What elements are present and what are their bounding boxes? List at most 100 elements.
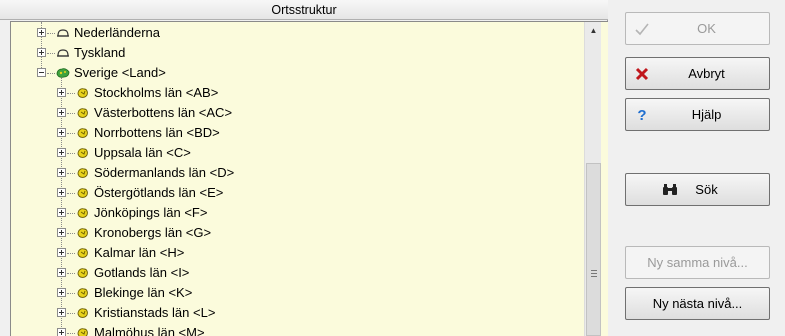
country-outline-icon [57, 49, 69, 57]
expand-toggle[interactable] [57, 88, 66, 97]
ok-button[interactable]: OK [625, 12, 770, 45]
country-outline-icon [57, 29, 69, 37]
county-icon [77, 168, 88, 178]
search-label: Sök [695, 182, 718, 197]
checkmark-icon [634, 21, 650, 37]
tree-node-label: Malmöhus län <M> [94, 325, 205, 336]
sweden-map-icon [56, 68, 70, 78]
expand-toggle[interactable] [57, 308, 66, 317]
tree-connector [47, 53, 55, 54]
binoculars-icon [662, 182, 678, 198]
tree-node-label: Blekinge län <K> [94, 285, 193, 300]
tree-node-county[interactable]: Uppsala län <C> [11, 143, 571, 163]
expand-toggle[interactable] [37, 28, 46, 37]
tree-node-county[interactable]: Södermanlands län <D> [11, 163, 571, 183]
county-icon [77, 128, 88, 138]
scroll-up-arrow-icon[interactable]: ▲ [585, 22, 602, 39]
tree-node-county[interactable]: Norrbottens län <BD> [11, 123, 571, 143]
county-icon [77, 228, 88, 238]
tree-connector [67, 153, 75, 154]
county-icon [77, 288, 88, 298]
tree-connector [67, 193, 75, 194]
county-icon [77, 108, 88, 118]
scrollbar-thumb[interactable] [586, 163, 601, 336]
tree-connector [47, 33, 55, 34]
county-icon [77, 88, 88, 98]
county-icon [77, 268, 88, 278]
new-next-level-label: Ny nästa nivå... [652, 296, 743, 311]
search-button[interactable]: Sök [625, 173, 770, 206]
tree-node-county[interactable]: Kronobergs län <G> [11, 223, 571, 243]
ortsstruktur-panel: Ortsstruktur Nederländerna Tyskland Sver… [0, 0, 608, 336]
red-x-icon [634, 66, 650, 82]
tree-connector [67, 93, 75, 94]
tree-connector [67, 253, 75, 254]
tree-node-county[interactable]: Jönköpings län <F> [11, 203, 571, 223]
tree-view[interactable]: Nederländerna Tyskland Sverige <Land> St… [10, 21, 608, 336]
panel-title: Ortsstruktur [0, 0, 608, 20]
tree-node-tyskland[interactable]: Tyskland [11, 43, 571, 63]
tree-node-label: Norrbottens län <BD> [94, 125, 220, 140]
tree-node-label: Västerbottens län <AC> [94, 105, 233, 120]
tree-node-sverige[interactable]: Sverige <Land> [11, 63, 571, 83]
tree-node-county[interactable]: Malmöhus län <M> [11, 323, 571, 336]
expand-toggle[interactable] [57, 208, 66, 217]
help-button[interactable]: ? Hjälp [625, 98, 770, 131]
tree-node-label: Kalmar län <H> [94, 245, 185, 260]
new-same-level-button[interactable]: Ny samma nivå... [625, 246, 770, 279]
tree-connector [67, 213, 75, 214]
tree-node-label: Kristianstads län <L> [94, 305, 216, 320]
expand-toggle[interactable] [57, 328, 66, 336]
tree-node-label: Tyskland [74, 45, 126, 60]
cancel-label: Avbryt [688, 66, 725, 81]
expand-toggle[interactable] [37, 48, 46, 57]
tree-scrollbar[interactable]: ▲ [584, 22, 601, 336]
tree-node-label: Södermanlands län <D> [94, 165, 235, 180]
county-icon [77, 148, 88, 158]
tree-connector [67, 233, 75, 234]
grip-icon [591, 270, 597, 277]
tree-connector [67, 333, 75, 334]
tree-connector [67, 293, 75, 294]
ok-label: OK [697, 21, 716, 36]
tree-connector [67, 113, 75, 114]
expand-toggle[interactable] [57, 268, 66, 277]
tree-node-label: Östergötlands län <E> [94, 185, 224, 200]
tree-node-label: Uppsala län <C> [94, 145, 191, 160]
tree-node-label: Stockholms län <AB> [94, 85, 219, 100]
collapse-toggle[interactable] [37, 68, 46, 77]
tree-node-county[interactable]: Blekinge län <K> [11, 283, 571, 303]
new-next-level-button[interactable]: Ny nästa nivå... [625, 287, 770, 320]
expand-toggle[interactable] [57, 288, 66, 297]
tree-node-label: Sverige <Land> [74, 65, 166, 80]
tree-node-label: Gotlands län <I> [94, 265, 190, 280]
expand-toggle[interactable] [57, 228, 66, 237]
tree-node-county[interactable]: Kalmar län <H> [11, 243, 571, 263]
question-mark-icon: ? [637, 106, 647, 124]
tree-connector [67, 313, 75, 314]
expand-toggle[interactable] [57, 148, 66, 157]
tree-node-county[interactable]: Kristianstads län <L> [11, 303, 571, 323]
expand-toggle[interactable] [57, 188, 66, 197]
tree-node-county[interactable]: Gotlands län <I> [11, 263, 571, 283]
tree-node-county[interactable]: Östergötlands län <E> [11, 183, 571, 203]
tree-node-label: Kronobergs län <G> [94, 225, 212, 240]
county-icon [77, 188, 88, 198]
help-label: Hjälp [691, 107, 722, 122]
county-icon [77, 208, 88, 218]
new-same-level-label: Ny samma nivå... [647, 255, 748, 270]
expand-toggle[interactable] [57, 108, 66, 117]
expand-toggle[interactable] [57, 248, 66, 257]
county-icon [77, 328, 88, 336]
tree-node-county[interactable]: Stockholms län <AB> [11, 83, 571, 103]
tree-connector [67, 173, 75, 174]
expand-toggle[interactable] [57, 128, 66, 137]
tree-node-nederlanderna[interactable]: Nederländerna [11, 23, 571, 43]
tree-node-county[interactable]: Västerbottens län <AC> [11, 103, 571, 123]
county-icon [77, 308, 88, 318]
county-icon [77, 248, 88, 258]
expand-toggle[interactable] [57, 168, 66, 177]
tree-connector [67, 273, 75, 274]
cancel-button[interactable]: Avbryt [625, 57, 770, 90]
tree-node-label: Jönköpings län <F> [94, 205, 208, 220]
